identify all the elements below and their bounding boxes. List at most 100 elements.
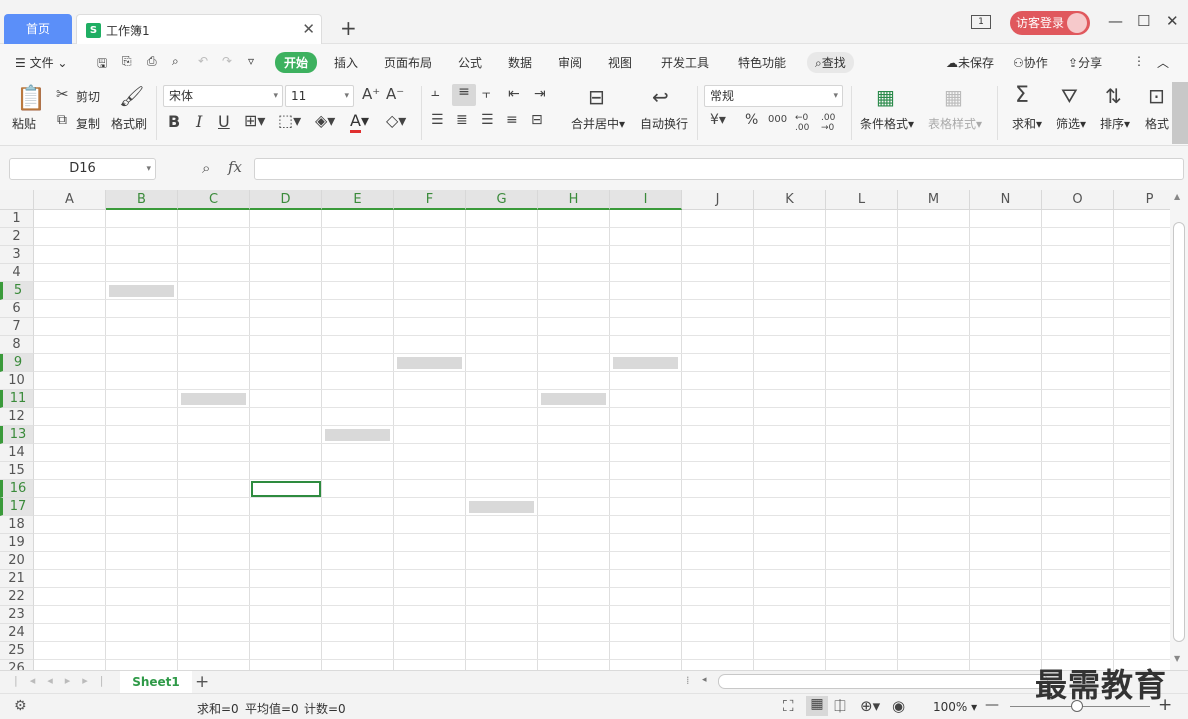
ribbon-scroll-right[interactable] — [1172, 82, 1188, 144]
save-icon[interactable]: 🖫 — [97, 54, 107, 75]
redo-icon[interactable]: ↷ — [222, 54, 232, 68]
currency-button[interactable]: ¥▾ — [710, 112, 726, 128]
number-format-select[interactable]: 常规 — [704, 85, 843, 107]
tab-review[interactable]: 审阅 — [558, 54, 582, 71]
filled-cell-h11[interactable] — [541, 393, 606, 405]
sum-icon[interactable]: Σ — [1015, 83, 1029, 108]
share-button[interactable]: ⇪分享 — [1068, 54, 1102, 71]
table-style-button[interactable]: 表格样式▾ — [928, 115, 982, 132]
indent-increase-icon[interactable]: ⇥ — [534, 86, 546, 102]
close-tab-icon[interactable]: ✕ — [302, 20, 315, 38]
row-header-5[interactable]: 5 — [0, 282, 34, 300]
tab-home[interactable]: 首页 — [4, 14, 72, 44]
find-button[interactable]: ⌕查找 — [807, 52, 854, 73]
sort-button[interactable]: 排序▾ — [1100, 115, 1130, 132]
row-header-24[interactable]: 24 — [0, 624, 34, 642]
unsaved-status[interactable]: ☁未保存 — [946, 54, 994, 71]
filled-cell-g17[interactable] — [469, 501, 534, 513]
row-header-15[interactable]: 15 — [0, 462, 34, 480]
eraser-icon[interactable]: ◇▾ — [386, 111, 406, 130]
row-header-14[interactable]: 14 — [0, 444, 34, 462]
maximize-button[interactable]: ☐ — [1137, 12, 1150, 30]
filter-icon[interactable]: ⛛ — [1061, 84, 1078, 108]
sum-button[interactable]: 求和▾ — [1012, 115, 1042, 132]
cell-style-icon[interactable]: ⬚▾ — [278, 111, 301, 130]
fx-icon[interactable]: fx — [228, 158, 242, 176]
scroll-left-icon[interactable]: ◂ — [702, 675, 707, 685]
filter-button[interactable]: 筛选▾ — [1056, 115, 1086, 132]
row-header-17[interactable]: 17 — [0, 498, 34, 516]
filled-cell-c11[interactable] — [181, 393, 246, 405]
tab-formula[interactable]: 公式 — [458, 54, 482, 71]
normal-view-icon[interactable]: ▦ — [806, 696, 828, 716]
vertical-scrollbar[interactable]: ▲ ▼ — [1170, 190, 1188, 670]
sheet-nav-arrows[interactable]: |◂◂▸▸| — [14, 674, 116, 687]
page-view-icon[interactable]: 1 — [971, 15, 991, 29]
row-header-20[interactable]: 20 — [0, 552, 34, 570]
row-header-18[interactable]: 18 — [0, 516, 34, 534]
zoom-level[interactable]: 100% ▾ — [933, 700, 977, 714]
scroll-up-icon[interactable]: ▲ — [1174, 192, 1180, 201]
italic-button[interactable]: I — [196, 112, 202, 131]
column-header-c[interactable]: C — [178, 190, 250, 210]
align-center-icon[interactable]: ≣ — [456, 112, 468, 128]
paste-button[interactable]: 粘贴 — [12, 115, 36, 132]
page-break-view-icon[interactable]: ⊕▾ — [860, 697, 880, 715]
name-box[interactable]: D16 — [9, 158, 156, 180]
column-header-n[interactable]: N — [970, 190, 1042, 210]
bold-button[interactable]: B — [168, 112, 180, 131]
cut-button[interactable]: 剪切 — [76, 88, 100, 105]
print-preview-icon[interactable]: ⌕ — [172, 54, 179, 69]
add-sheet-button[interactable]: + — [195, 672, 209, 692]
column-header-m[interactable]: M — [898, 190, 970, 210]
copy-icon[interactable]: ⧉ — [57, 112, 67, 128]
copy-button[interactable]: 复制 — [76, 115, 100, 132]
split-handle[interactable]: ⁞ — [686, 674, 690, 687]
row-header-1[interactable]: 1 — [0, 210, 34, 228]
conditional-format-icon[interactable]: ▦ — [876, 85, 895, 109]
column-header-o[interactable]: O — [1042, 190, 1114, 210]
column-header-i[interactable]: I — [610, 190, 682, 210]
column-header-g[interactable]: G — [466, 190, 538, 210]
indent-decrease-icon[interactable]: ⇤ — [508, 86, 520, 102]
export-icon[interactable]: ⎘ — [122, 54, 132, 69]
page-layout-view-icon[interactable]: ⎅ — [834, 697, 846, 715]
merge-center-button[interactable]: 合并居中▾ — [571, 115, 625, 132]
minimize-button[interactable]: — — [1108, 12, 1123, 30]
select-all-corner[interactable] — [0, 190, 34, 210]
align-right-icon[interactable]: ☰ — [481, 112, 494, 128]
collaborate-button[interactable]: ⚇协作 — [1013, 54, 1048, 71]
format-painter-button[interactable]: 格式刷 — [111, 115, 147, 132]
file-menu[interactable]: ☰ 文件 ⌄ — [15, 54, 67, 71]
decrease-font-icon[interactable]: A⁻ — [386, 85, 404, 103]
filled-cell-b5[interactable] — [109, 285, 174, 297]
decimal-increase-button[interactable]: ←0 .00 — [795, 113, 817, 133]
column-header-e[interactable]: E — [322, 190, 394, 210]
merge-center-icon[interactable]: ⊟ — [588, 85, 605, 109]
format-icon[interactable]: ⊡ — [1148, 84, 1165, 108]
row-header-22[interactable]: 22 — [0, 588, 34, 606]
increase-font-icon[interactable]: A⁺ — [362, 85, 380, 103]
row-header-25[interactable]: 25 — [0, 642, 34, 660]
row-header-12[interactable]: 12 — [0, 408, 34, 426]
decimal-decrease-button[interactable]: .00 →0 — [821, 113, 843, 133]
paste-icon[interactable]: 📋 — [16, 84, 46, 112]
column-header-h[interactable]: H — [538, 190, 610, 210]
row-header-11[interactable]: 11 — [0, 390, 34, 408]
font-family-select[interactable]: 宋体 — [163, 85, 283, 107]
row-header-19[interactable]: 19 — [0, 534, 34, 552]
wrap-text-icon[interactable]: ↩ — [652, 85, 669, 109]
row-header-2[interactable]: 2 — [0, 228, 34, 246]
row-header-16[interactable]: 16 — [0, 480, 34, 498]
quick-access-dropdown-icon[interactable]: ▿ — [248, 54, 254, 68]
row-header-21[interactable]: 21 — [0, 570, 34, 588]
vertical-scroll-thumb[interactable] — [1173, 222, 1185, 642]
tab-page-layout[interactable]: 页面布局 — [384, 54, 432, 71]
print-icon[interactable]: ⎙ — [147, 54, 157, 69]
formula-input[interactable] — [254, 158, 1184, 180]
row-header-9[interactable]: 9 — [0, 354, 34, 372]
align-bottom-icon[interactable]: ⫟ — [482, 86, 490, 102]
format-button[interactable]: 格式 — [1145, 115, 1169, 132]
brush-icon[interactable]: 🖌 — [119, 84, 144, 108]
font-size-select[interactable]: 11 — [285, 85, 354, 107]
